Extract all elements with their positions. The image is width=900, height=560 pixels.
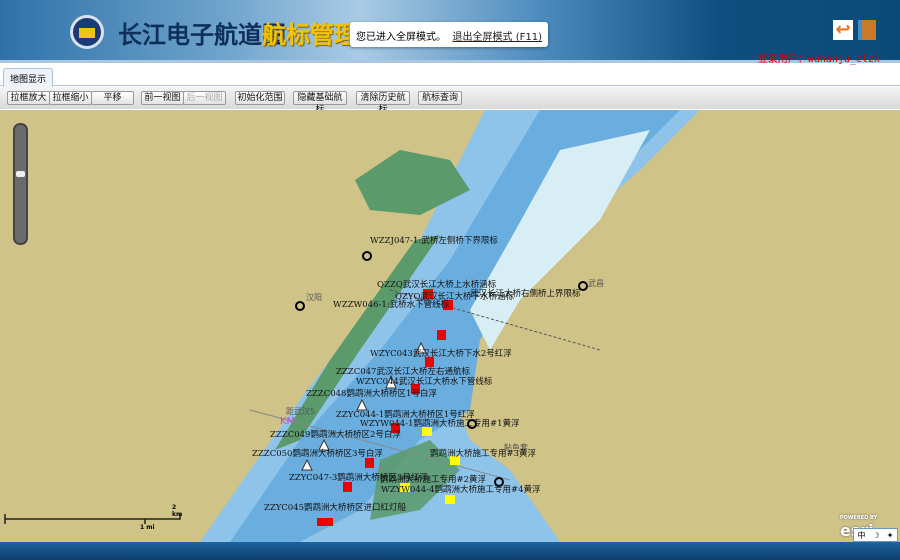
fullscreen-message: 您已进入全屏模式。 [356, 32, 446, 43]
scale-bar-graphic [4, 514, 181, 524]
aid-label[interactable]: WZYW044-4鹦鹉洲大桥施工专用#4黄浮 [381, 483, 541, 495]
place-label: 汉阳 [306, 293, 322, 302]
punctuation-icon[interactable]: ✦ [887, 531, 894, 540]
aid-label[interactable]: ZZZC048鹦鹉洲大桥桥区1号白浮 [306, 387, 437, 399]
place-label: KM [280, 416, 296, 427]
aid-label[interactable]: ZZYC045鹦鹉洲大桥桥区进口红灯船 [264, 501, 406, 513]
scale-bar: 2 km 1 mi [4, 504, 182, 531]
scale-km: 2 km [172, 504, 183, 518]
previous-view-button[interactable]: 前一视图 [141, 91, 184, 105]
zoom-in-box-button[interactable]: 拉框放大 [7, 91, 50, 105]
fullscreen-notice: 您已进入全屏模式。 退出全屏模式 (F11) [350, 22, 548, 47]
map-canvas[interactable]: 汉阳 武昌 距武汉5 KM 鲇鱼套 WZZJ047-1:武桥左侧桥下界限标 QZ… [0, 110, 900, 542]
logo [70, 15, 104, 49]
ime-mode[interactable]: 中 [858, 530, 866, 541]
logout-icon[interactable] [858, 20, 876, 40]
aid-label[interactable]: 武汉长江大桥右侧桥上界限标 [470, 287, 581, 299]
aid-label[interactable]: WZZJ047-1:武桥左侧桥下界限标 [370, 234, 498, 246]
back-icon[interactable]: ↩ [833, 20, 853, 40]
moon-icon[interactable]: ☽ [873, 531, 880, 540]
red-buoy [365, 458, 374, 468]
module-title: 航标管理 [262, 20, 358, 49]
red-buoy [437, 330, 446, 340]
pan-button[interactable]: 平移 [91, 91, 134, 105]
aid-label[interactable]: WZYC043武汉长江大桥下水2号红浮 [370, 347, 512, 359]
app-title: 长江电子航道图 [118, 20, 286, 49]
place-label: 武昌 [588, 279, 604, 288]
station-marker [295, 301, 305, 311]
scale-mi: 1 mi [140, 524, 155, 531]
zoom-out-box-button[interactable]: 拉框缩小 [49, 91, 92, 105]
aid-label[interactable]: 鹦鹉洲大桥施工专用#3黄浮 [430, 447, 536, 459]
next-view-button[interactable]: 后一视图 [183, 91, 226, 105]
zoom-slider[interactable] [13, 123, 28, 245]
aid-label[interactable]: ZZZC050鹦鹉洲大桥桥区3号白浮 [252, 447, 383, 459]
ime-toolbar[interactable]: 中 ☽ ✦ [853, 528, 898, 542]
yellow-buoy [445, 495, 455, 504]
red-light-vessel [317, 518, 333, 526]
station-marker [362, 251, 372, 261]
clear-history-marks-button[interactable]: 清除历史航标 [356, 91, 410, 115]
hide-base-marks-button[interactable]: 隐藏基础航标 [293, 91, 347, 115]
red-buoy [343, 482, 352, 492]
mark-query-button[interactable]: 航标查询 [418, 91, 462, 105]
tab-map-display[interactable]: 地图显示 [3, 68, 54, 87]
aid-label[interactable]: ZZZC049鹦鹉洲大桥桥区2号白浮 [270, 428, 401, 440]
toolbar: 拉框放大 拉框缩小 平移 前一视图 后一视图 初始化范围 隐藏基础航标 清除历史… [0, 87, 900, 115]
footer-bar [0, 542, 900, 560]
zoom-slider-thumb[interactable] [16, 171, 25, 177]
aid-label[interactable]: WZYC044武汉长江大桥水下管线标 [356, 375, 492, 387]
exit-fullscreen-link[interactable]: 退出全屏模式 (F11) [453, 28, 542, 43]
initial-extent-button[interactable]: 初始化范围 [235, 91, 285, 105]
tab-bar: 地图显示 [0, 66, 900, 87]
aid-label[interactable]: WZZW046-1:武桥水下管线标 [333, 298, 449, 310]
login-user: 登录用户：wuhanju_clzx [757, 54, 880, 65]
